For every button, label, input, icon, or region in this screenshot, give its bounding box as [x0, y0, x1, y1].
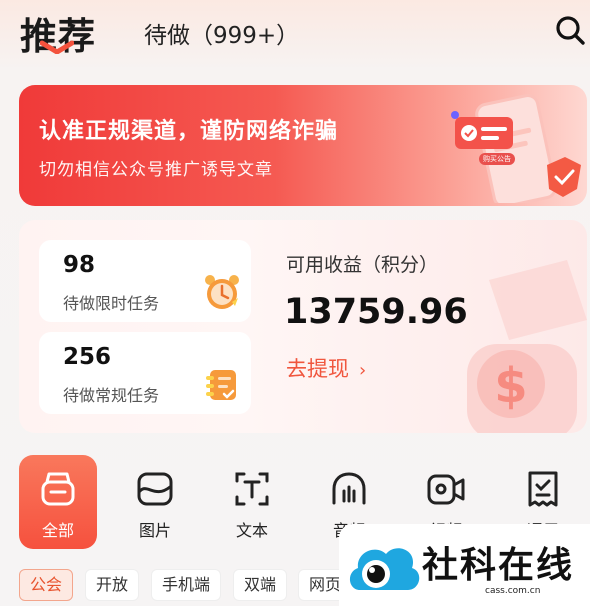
available-earnings-label: 可用收益（积分） — [286, 254, 439, 276]
svg-text:$: $ — [494, 358, 527, 414]
filter-chip-mobile[interactable]: 手机端 — [151, 569, 222, 601]
audio-icon — [332, 472, 366, 505]
earnings-card: $ 98 待做限时任务 256 待做常规任务 可用收益（积分） 13759.96… — [19, 220, 587, 433]
image-icon — [137, 472, 173, 506]
category-label: 文本 — [235, 521, 268, 540]
phone-shield-illustration — [451, 94, 581, 203]
chevron-right-icon: › — [359, 360, 367, 381]
text-icon — [235, 472, 269, 506]
regular-task-card[interactable]: 256 待做常规任务 — [39, 332, 251, 414]
anti-fraud-banner[interactable]: 认准正规渠道，谨防网络诈骗 切勿相信公众号推广诱导文章 购买公告 — [19, 85, 587, 206]
withdraw-label: 去提现 — [286, 357, 349, 381]
clipboard-icon — [206, 370, 236, 400]
filter-chip-guild[interactable]: 公会 — [19, 569, 74, 601]
regular-task-count: 256 — [63, 344, 112, 370]
all-box-icon — [41, 472, 75, 506]
limited-task-card[interactable]: 98 待做限时任务 — [39, 240, 251, 322]
watermark-text: 社科在线 — [422, 544, 575, 586]
withdraw-link[interactable]: 去提现 › — [286, 353, 366, 383]
cloud-eye-logo-icon — [349, 548, 420, 590]
limited-task-count: 98 — [63, 252, 96, 278]
limited-task-label: 待做限时任务 — [63, 294, 160, 313]
tab-todo[interactable]: 待做（999+） — [144, 16, 299, 50]
category-label: 全部 — [41, 521, 74, 540]
filter-chip-open[interactable]: 开放 — [85, 569, 140, 601]
available-earnings-value: 13759.96 — [284, 292, 468, 332]
receipt-icon — [528, 471, 558, 507]
alarm-clock-icon — [205, 275, 239, 309]
banner-tag: 购买公告 — [479, 153, 515, 165]
search-icon[interactable] — [554, 14, 586, 46]
watermark: 社科在线 cass.com.cn — [339, 524, 590, 606]
banner-title: 认准正规渠道，谨防网络诈骗 — [39, 119, 339, 144]
category-image[interactable]: 图片 — [116, 455, 194, 549]
banner-subtitle: 切勿相信公众号推广诱导文章 — [39, 160, 273, 180]
video-icon — [427, 474, 465, 505]
regular-task-label: 待做常规任务 — [63, 386, 160, 405]
dollar-wallet-illustration: $ — [467, 260, 587, 433]
active-tab-indicator — [40, 40, 74, 54]
filter-chip-dual[interactable]: 双端 — [233, 569, 288, 601]
category-text[interactable]: 文本 — [213, 455, 291, 549]
category-all[interactable]: 全部 — [19, 455, 97, 549]
watermark-url: cass.com.cn — [485, 586, 541, 596]
category-label: 图片 — [138, 521, 171, 540]
